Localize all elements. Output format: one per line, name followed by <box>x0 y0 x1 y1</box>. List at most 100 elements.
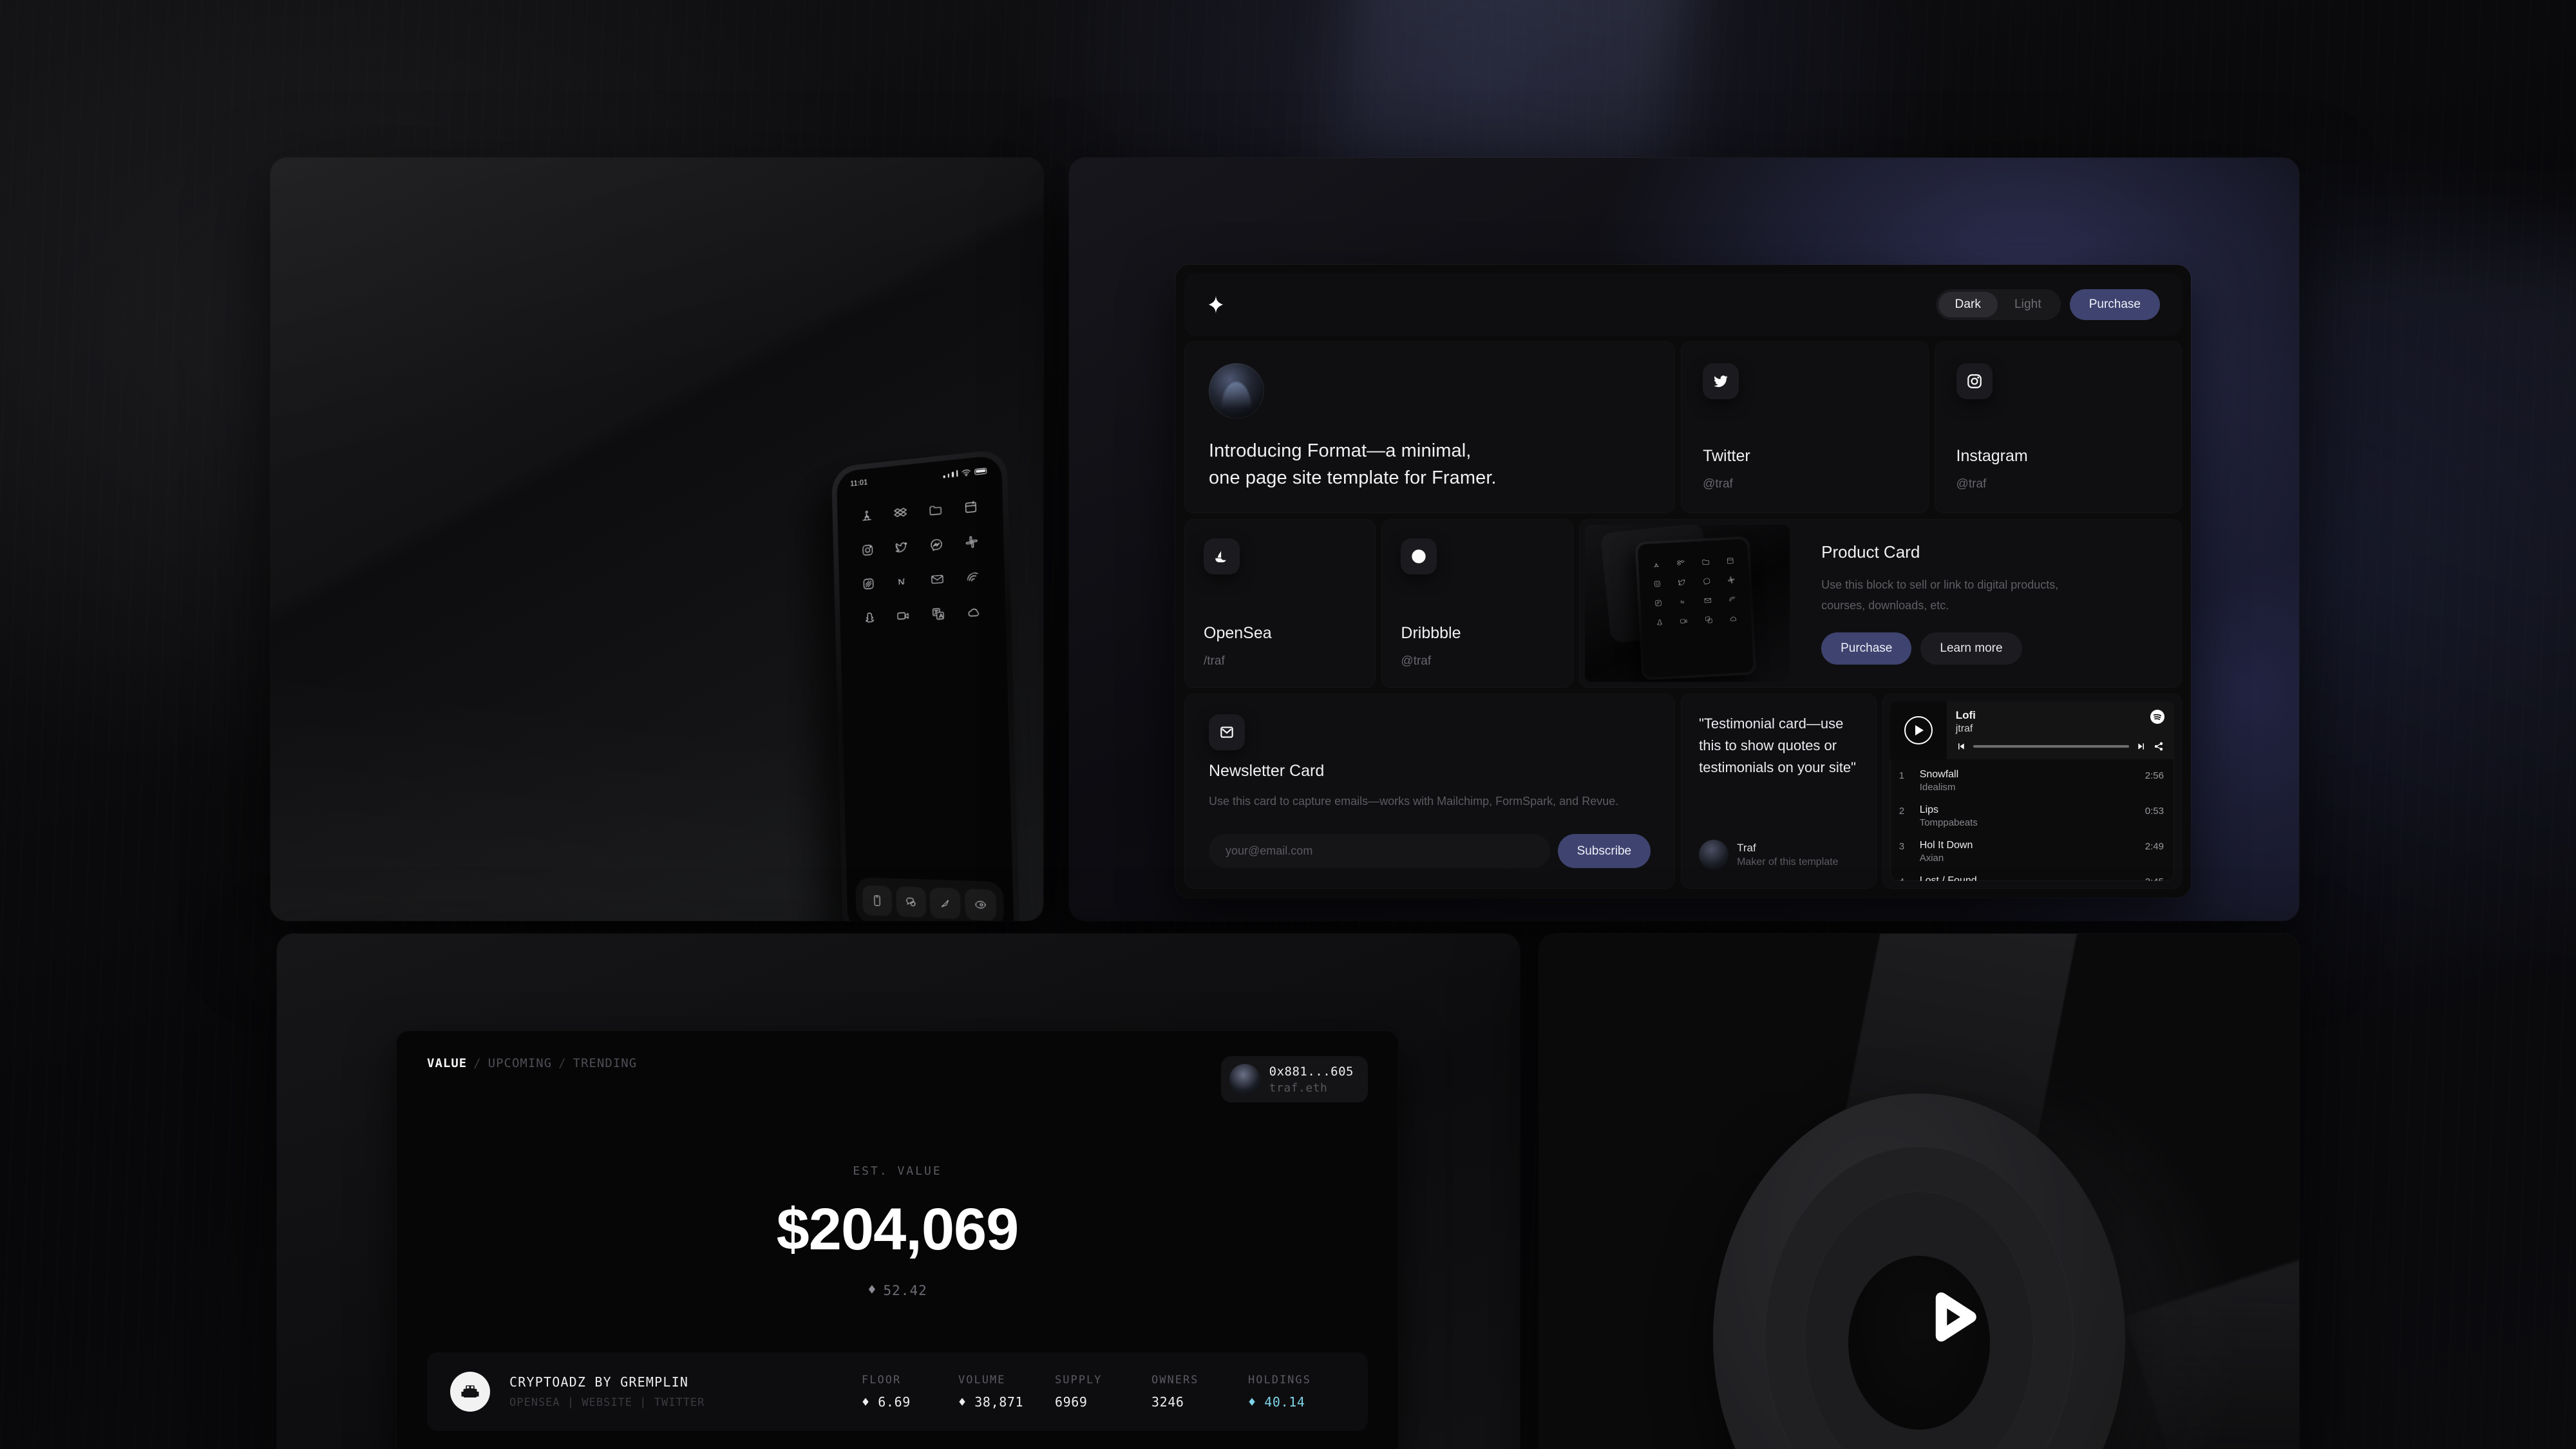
newsletter-subscribe-button[interactable]: Subscribe <box>1557 834 1651 868</box>
track-row[interactable]: 3 Hol It Down Axian 2:49 <box>1890 834 2174 869</box>
podcast-icon <box>1729 596 1736 601</box>
playlist-title: Lofi <box>1955 709 1976 722</box>
abstract-fold-right <box>2125 1236 2299 1449</box>
notion-icon[interactable] <box>895 574 910 589</box>
track-row[interactable]: 1 Snowfall Idealism 2:56 <box>1890 763 2174 799</box>
theme-dark-button[interactable]: Dark <box>1938 292 1998 317</box>
theme-light-button[interactable]: Light <box>1998 292 2058 317</box>
music-icon <box>974 898 988 912</box>
phone-app-grid <box>849 498 992 625</box>
card-row-2: OpenSea /traf Dribbble @traf Product Car… <box>1184 519 2182 688</box>
track-row[interactable]: 4Lost / Found.Altitude.2:45 <box>1890 869 2174 881</box>
instagram-card-title: Instagram <box>1956 447 2028 466</box>
next-icon[interactable] <box>2136 741 2146 752</box>
product-phone-app-grid <box>1643 556 1746 627</box>
instagram-card-handle: @traf <box>1956 477 1987 491</box>
testimonial-card: "Testimonial card—use this to show quote… <box>1681 694 1877 889</box>
intro-card: Introducing Format—a minimal, one page s… <box>1184 341 1676 514</box>
link-separator: | <box>560 1396 582 1409</box>
podcast-icon[interactable] <box>965 569 981 585</box>
safari-icon <box>938 896 952 911</box>
nft-tab-trending[interactable]: TRENDING <box>573 1056 638 1070</box>
track-row[interactable]: 2 Lips Tomppabeats 0:53 <box>1890 799 2174 834</box>
wallet-chip[interactable]: 0x881...605 traf.eth <box>1220 1056 1368 1103</box>
dock-messages-app[interactable] <box>895 886 927 918</box>
newsletter-email-input[interactable] <box>1209 834 1550 868</box>
previous-icon[interactable] <box>1956 741 1966 752</box>
track-duration: 2:45 <box>2145 875 2164 881</box>
eth-value-row: ♦ 52.42 <box>427 1282 1368 1298</box>
track-title: Lost / Found. <box>1919 875 1980 881</box>
facetime-icon[interactable] <box>896 608 911 623</box>
track-number: 1 <box>1899 770 1905 782</box>
player-header: Lofi jtraf <box>1889 701 2174 760</box>
wallet-address: 0x881...605 <box>1269 1064 1354 1079</box>
appstore-icon[interactable] <box>860 509 874 524</box>
spotify-player: Lofi jtraf 1 Snowfall Idealism 2:56 2 Li… <box>1889 701 2174 881</box>
site-window: Dark Light Purchase Introducing Format—a… <box>1175 265 2191 898</box>
product-phone-screen <box>1637 538 1754 678</box>
product-card: Product Card Use this block to sell or l… <box>1578 519 2182 688</box>
dribbble-icon <box>1401 538 1437 575</box>
track-duration: 2:56 <box>2145 770 2164 782</box>
nft-window: VALUE / UPCOMING / TRENDING 0x881...605 traf… <box>396 1030 1399 1449</box>
testimonial-author-role: Maker of this template <box>1737 856 1839 867</box>
opensea-card[interactable]: OpenSea /traf <box>1184 519 1376 688</box>
slack-icon[interactable] <box>964 534 980 550</box>
est-value-amount: $204,069 <box>776 1197 1019 1262</box>
dribbble-card[interactable]: Dribbble @traf <box>1381 519 1573 688</box>
dock-safari-app[interactable] <box>929 887 961 920</box>
twitter-card[interactable]: Twitter @traf <box>1681 341 1929 514</box>
play-button[interactable] <box>1904 716 1933 745</box>
calendar-icon[interactable] <box>963 499 979 515</box>
intro-heading: Introducing Format—a minimal, one page s… <box>1209 437 1651 492</box>
stat-value: ♦ 38,871 <box>958 1394 1024 1410</box>
track-duration: 2:49 <box>2145 841 2164 853</box>
track-title: Snowfall <box>1919 769 1959 781</box>
stat-key: HOLDINGS <box>1248 1374 1311 1387</box>
collection-link-website[interactable]: WEBSITE <box>582 1396 632 1409</box>
stat-floor: FLOOR ♦ 6.69 <box>862 1374 958 1410</box>
dock-phone-app[interactable] <box>862 885 893 916</box>
nft-tab-value[interactable]: VALUE <box>427 1056 467 1070</box>
collection-link-twitter[interactable]: TWITTER <box>654 1396 705 1409</box>
product-purchase-button[interactable]: Purchase <box>1821 632 1912 665</box>
dock-music-app[interactable] <box>964 888 997 921</box>
snapchat-icon[interactable] <box>862 610 876 625</box>
progress-bar[interactable] <box>1973 745 2129 748</box>
collection-link-opensea[interactable]: OPENSEA <box>509 1396 560 1409</box>
testimonial-avatar <box>1699 840 1729 869</box>
mail-icon[interactable] <box>930 571 945 587</box>
header-purchase-button[interactable]: Purchase <box>2069 289 2160 320</box>
weather-icon[interactable] <box>966 604 981 620</box>
sparkle-logo-icon[interactable] <box>1206 295 1226 314</box>
folder-icon[interactable] <box>928 502 943 518</box>
header-actions: Dark Light Purchase <box>1935 289 2160 320</box>
stat-value: 3246 <box>1151 1394 1184 1410</box>
collection-links: OPENSEA | WEBSITE | TWITTER <box>509 1396 722 1409</box>
dropbox-icon[interactable] <box>893 506 908 521</box>
intro-line-1: Introducing Format—a minimal, <box>1209 440 1472 461</box>
instagram-icon[interactable] <box>860 542 875 558</box>
news-icon[interactable] <box>861 576 875 592</box>
stat-key: VOLUME <box>958 1374 1006 1387</box>
product-learn-more-button[interactable]: Learn more <box>1920 632 2022 665</box>
news-icon <box>1654 600 1662 607</box>
phone-icon <box>871 894 884 907</box>
player-meta: Lofi jtraf <box>1947 701 2174 759</box>
instagram-icon <box>1956 363 1993 399</box>
twitter-card-handle: @traf <box>1703 477 1733 491</box>
product-phone-front <box>1634 536 1757 681</box>
instagram-card[interactable]: Instagram @traf <box>1934 341 2182 514</box>
nft-tab-upcoming[interactable]: UPCOMING <box>488 1056 553 1070</box>
collection-avatar <box>450 1372 490 1412</box>
messenger-icon[interactable] <box>929 537 943 553</box>
translate-icon[interactable] <box>931 606 945 621</box>
snapchat-icon <box>1656 620 1662 626</box>
stat-value: 6969 <box>1055 1394 1088 1410</box>
twitter-icon[interactable] <box>895 540 909 555</box>
share-icon[interactable] <box>2154 741 2164 752</box>
product-image <box>1584 525 1790 683</box>
stat-volume: VOLUME ♦ 38,871 <box>958 1374 1055 1410</box>
track-artist: Idealism <box>1919 782 1956 793</box>
